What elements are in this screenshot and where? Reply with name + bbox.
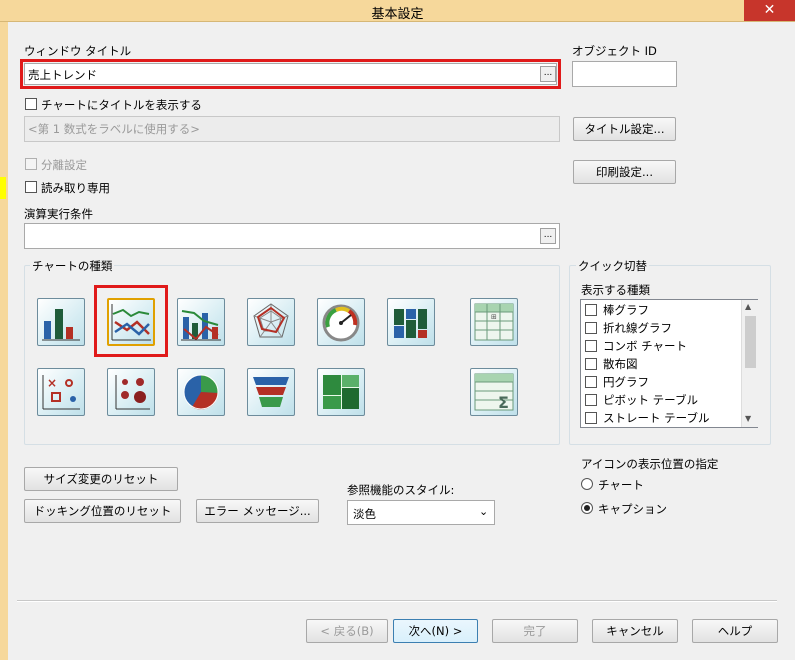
list-item-label: コンボ チャート xyxy=(603,339,688,353)
list-item-label: ピボット テーブル xyxy=(603,393,698,407)
reset-docking-button[interactable]: ドッキング位置のリセット xyxy=(24,499,181,523)
list-item-checkbox[interactable] xyxy=(585,394,597,406)
scroll-down-icon[interactable]: ▼ xyxy=(745,414,751,423)
object-id-label: オブジェクト ID xyxy=(572,44,657,58)
ref-style-select[interactable]: 淡色 ⌄ xyxy=(347,500,495,525)
list-item-checkbox[interactable] xyxy=(585,358,597,370)
back-button[interactable]: < 戻る(B) xyxy=(306,619,388,643)
funnel-chart-icon[interactable] xyxy=(247,368,295,416)
chevron-down-icon: ⌄ xyxy=(479,505,489,518)
list-item-label: 散布図 xyxy=(603,357,638,371)
window-title-label: ウィンドウ タイトル xyxy=(24,44,132,58)
radio-caption-label: キャプション xyxy=(598,502,667,516)
bar-chart-icon[interactable] xyxy=(37,298,85,346)
calc-condition-input[interactable]: ... xyxy=(24,223,560,249)
scatter-chart-icon[interactable]: × xyxy=(37,368,85,416)
list-item[interactable]: ストレート テーブル xyxy=(585,409,709,427)
list-item-checkbox[interactable] xyxy=(585,304,597,316)
radar-chart-icon[interactable] xyxy=(247,298,295,346)
scroll-up-icon[interactable]: ▲ xyxy=(745,302,751,311)
window-title-value: 売上トレンド xyxy=(28,68,97,82)
radio-chart-label: チャート xyxy=(598,478,644,492)
reset-size-button[interactable]: サイズ変更のリセット xyxy=(24,467,178,491)
mekko-chart-icon[interactable] xyxy=(387,298,435,346)
list-item[interactable]: 折れ線グラフ xyxy=(585,319,672,337)
separate-setting-label: 分離設定 xyxy=(41,158,87,172)
ref-style-value: 淡色 xyxy=(353,507,376,521)
radio-caption[interactable] xyxy=(581,502,593,514)
cancel-button[interactable]: キャンセル xyxy=(592,619,678,643)
footer-separator xyxy=(17,600,777,602)
list-item[interactable]: コンボ チャート xyxy=(585,337,687,355)
pie-chart-icon[interactable] xyxy=(177,368,225,416)
types-to-show-label: 表示する種類 xyxy=(581,283,650,297)
list-item-label: 折れ線グラフ xyxy=(603,321,672,335)
ref-style-label: 参照機能のスタイル: xyxy=(347,483,455,497)
left-edge-marker xyxy=(0,177,6,199)
straight-table-icon[interactable]: Σ xyxy=(470,368,518,416)
svg-text:Σ: Σ xyxy=(498,393,509,412)
title-bar: 基本設定 xyxy=(0,0,795,22)
list-item[interactable]: ピボット テーブル xyxy=(585,391,698,409)
print-settings-button[interactable]: 印刷設定... xyxy=(573,160,676,184)
svg-text:⊞: ⊞ xyxy=(491,313,497,321)
chart-type-listbox[interactable]: 棒グラフ 折れ線グラフ コンボ チャート 散布図 円グラフ ピボット テーブル … xyxy=(580,299,758,428)
list-scrollbar[interactable]: ▲ ▼ xyxy=(741,300,758,427)
list-item[interactable]: 棒グラフ xyxy=(585,301,649,319)
window-title-browse-button[interactable]: ... xyxy=(540,66,556,82)
list-item[interactable]: 円グラフ xyxy=(585,373,649,391)
title-settings-button[interactable]: タイトル設定... xyxy=(573,117,676,141)
icon-position-label: アイコンの表示位置の指定 xyxy=(581,457,719,471)
svg-text:×: × xyxy=(47,376,57,390)
window-title-input[interactable]: 売上トレンド ... xyxy=(24,63,557,85)
window-title: 基本設定 xyxy=(371,7,424,22)
help-button[interactable]: ヘルプ xyxy=(692,619,778,643)
list-item-checkbox[interactable] xyxy=(585,412,597,424)
radio-chart[interactable] xyxy=(581,478,593,490)
read-only-label: 読み取り専用 xyxy=(41,181,110,195)
calc-condition-browse-button[interactable]: ... xyxy=(540,228,556,244)
calc-condition-label: 演算実行条件 xyxy=(24,207,93,221)
list-item-checkbox[interactable] xyxy=(585,322,597,334)
grid-chart-icon[interactable] xyxy=(107,368,155,416)
list-item-label: ストレート テーブル xyxy=(603,411,710,425)
object-id-input[interactable] xyxy=(572,61,677,87)
list-item[interactable]: 散布図 xyxy=(585,355,638,373)
finish-button[interactable]: 完了 xyxy=(492,619,578,643)
scroll-thumb[interactable] xyxy=(745,316,756,368)
chart-title-expression-value: <第 1 数式をラベルに使用する> xyxy=(28,122,200,136)
list-item-checkbox[interactable] xyxy=(585,376,597,388)
chart-title-expression-field[interactable]: <第 1 数式をラベルに使用する> xyxy=(24,116,560,142)
gauge-chart-icon[interactable] xyxy=(317,298,365,346)
block-chart-icon[interactable] xyxy=(317,368,365,416)
combo-chart-icon[interactable] xyxy=(177,298,225,346)
list-item-label: 棒グラフ xyxy=(603,303,649,317)
chart-type-group-label: チャートの種類 xyxy=(30,258,115,274)
list-item-checkbox[interactable] xyxy=(585,340,597,352)
next-button[interactable]: 次へ(N) > xyxy=(393,619,478,643)
quick-switch-group-label: クイック切替 xyxy=(576,258,649,274)
read-only-checkbox[interactable] xyxy=(25,181,37,193)
show-chart-title-checkbox[interactable] xyxy=(25,98,37,110)
show-chart-title-label: チャートにタイトルを表示する xyxy=(41,98,202,112)
line-chart-icon[interactable] xyxy=(107,298,155,346)
pivot-table-icon[interactable]: ⊞ xyxy=(470,298,518,346)
error-message-button[interactable]: エラー メッセージ... xyxy=(196,499,319,523)
list-item-label: 円グラフ xyxy=(603,375,649,389)
close-button[interactable]: ✕ xyxy=(744,0,795,21)
left-frame xyxy=(0,22,8,660)
separate-setting-checkbox[interactable] xyxy=(25,158,37,170)
